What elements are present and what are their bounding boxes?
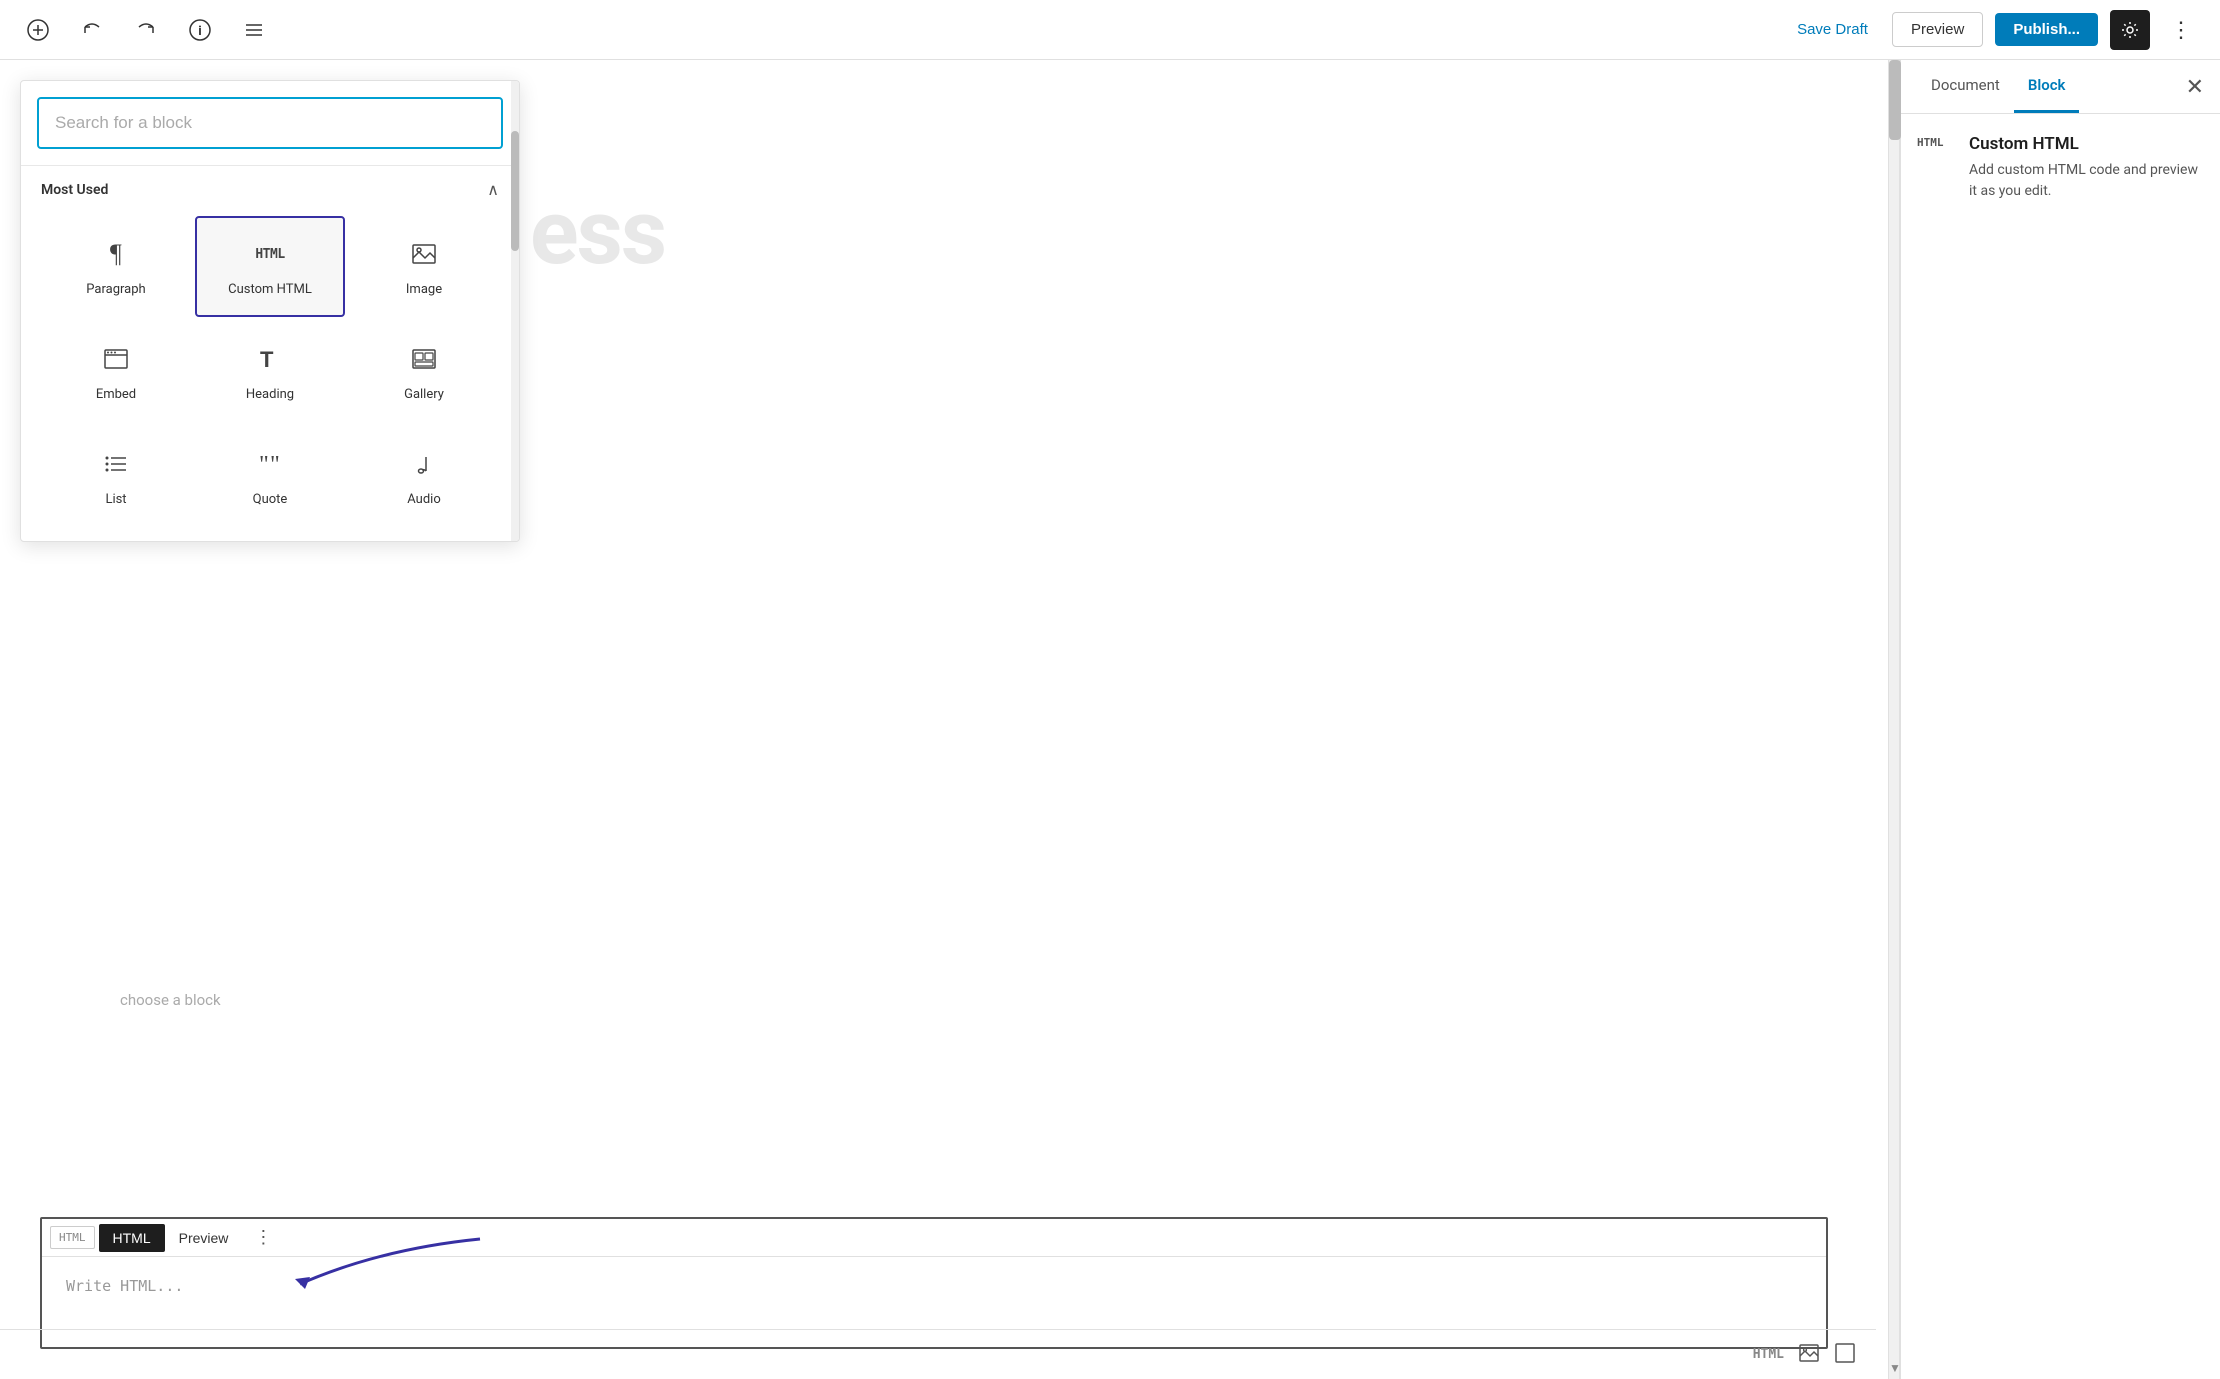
scroll-down-arrow[interactable]: ▼ (1889, 1361, 1899, 1375)
quote-label: Quote (253, 492, 288, 507)
most-used-section: Most Used ∧ ¶ Paragraph (21, 166, 519, 541)
custom-html-label: Custom HTML (228, 282, 312, 297)
block-info-title: Custom HTML (1969, 134, 2204, 154)
editor-bg-text: ess (530, 180, 665, 285)
audio-label: Audio (407, 492, 440, 507)
right-panel: Document Block ✕ HTML Custom HTML Add cu… (1900, 60, 2220, 1379)
section-collapse-button[interactable]: ∧ (487, 180, 499, 200)
image-icon (410, 236, 438, 272)
html-block-toolbar: HTML HTML Preview ⋮ (42, 1219, 1826, 1257)
bottom-image-button[interactable] (1798, 1342, 1820, 1368)
popup-scrollbar[interactable] (511, 81, 519, 541)
svg-text:T: T (260, 347, 274, 372)
paragraph-icon: ¶ (102, 236, 130, 272)
block-item-quote[interactable]: " " Quote (195, 426, 345, 527)
bottom-html-label: HTML (1753, 1347, 1784, 1362)
embed-icon (102, 341, 130, 377)
list-icon (102, 446, 130, 482)
quote-icon: " " (256, 446, 284, 482)
right-panel-tabs: Document Block ✕ (1901, 60, 2220, 114)
image-label: Image (406, 282, 442, 297)
svg-text:": " (270, 452, 280, 478)
choose-block-label: choose a block (40, 983, 221, 1017)
list-label: List (105, 492, 126, 507)
html-block-more-button[interactable]: ⋮ (246, 1223, 280, 1252)
bottom-square-button[interactable] (1834, 1342, 1856, 1368)
block-item-gallery[interactable]: Gallery (349, 321, 499, 422)
more-options-button[interactable]: ⋮ (2162, 13, 2200, 47)
block-grid: ¶ Paragraph HTML Custom HTML (41, 216, 499, 527)
popup-scrollbar-thumb (511, 131, 519, 251)
preview-tab-button[interactable]: Preview (165, 1224, 243, 1252)
block-info-icon: HTML (1917, 136, 1957, 149)
tab-group: Document Block (1917, 60, 2079, 113)
svg-text:i: i (198, 24, 201, 39)
main-layout: ess Most Used ∧ ¶ (0, 60, 2220, 1379)
block-inserter-popup: Most Used ∧ ¶ Paragraph (20, 80, 520, 542)
center-scrollbar[interactable]: ▲ ▼ (1888, 60, 1900, 1379)
block-item-image[interactable]: Image (349, 216, 499, 317)
heading-label: Heading (246, 387, 294, 402)
embed-label: Embed (96, 387, 136, 402)
paragraph-label: Paragraph (86, 282, 145, 297)
bottom-toolbar: HTML (0, 1329, 1876, 1379)
right-panel-content: HTML Custom HTML Add custom HTML code an… (1901, 114, 2220, 1379)
add-block-button[interactable] (20, 12, 56, 48)
preview-button[interactable]: Preview (1892, 12, 1983, 47)
toolbar-right-group: Save Draft Preview Publish... ⋮ (1785, 10, 2200, 50)
block-item-heading[interactable]: T Heading (195, 321, 345, 422)
gallery-icon (410, 341, 438, 377)
block-search-input[interactable] (37, 97, 503, 149)
main-toolbar: i Save Draft Preview Publish... ⋮ (0, 0, 2220, 60)
audio-icon (410, 446, 438, 482)
block-item-paragraph[interactable]: ¶ Paragraph (41, 216, 191, 317)
block-info-header: HTML Custom HTML Add custom HTML code an… (1917, 134, 2204, 202)
center-scrollbar-thumb (1889, 60, 1901, 140)
block-item-audio[interactable]: Audio (349, 426, 499, 527)
choose-block-area: choose a block (40, 990, 1828, 1009)
undo-button[interactable] (74, 12, 110, 48)
publish-button[interactable]: Publish... (1995, 13, 2098, 46)
right-panel-close-button[interactable]: ✕ (2186, 74, 2204, 100)
block-item-embed[interactable]: Embed (41, 321, 191, 422)
section-header: Most Used ∧ (41, 180, 499, 200)
custom-html-icon: HTML (255, 236, 284, 272)
svg-text:¶: ¶ (110, 240, 122, 268)
editor-area: ess Most Used ∧ ¶ (0, 60, 1888, 1379)
html-tab-button[interactable]: HTML (99, 1224, 165, 1252)
html-tag-label: HTML (50, 1226, 95, 1249)
block-info-text: Custom HTML Add custom HTML code and pre… (1969, 134, 2204, 202)
section-title: Most Used (41, 182, 108, 198)
block-item-list[interactable]: List (41, 426, 191, 527)
save-draft-button[interactable]: Save Draft (1785, 15, 1880, 44)
settings-button[interactable] (2110, 10, 2150, 50)
block-search-section (21, 81, 519, 166)
block-info-desc: Add custom HTML code and preview it as y… (1969, 160, 2204, 202)
gallery-label: Gallery (404, 387, 444, 402)
block-item-custom-html[interactable]: HTML Custom HTML (195, 216, 345, 317)
svg-text:": " (259, 452, 269, 478)
redo-button[interactable] (128, 12, 164, 48)
tab-block[interactable]: Block (2014, 60, 2080, 113)
heading-icon: T (256, 341, 284, 377)
toolbar-left-group: i (20, 12, 272, 48)
list-view-button[interactable] (236, 12, 272, 48)
info-button[interactable]: i (182, 12, 218, 48)
tab-document[interactable]: Document (1917, 60, 2014, 113)
